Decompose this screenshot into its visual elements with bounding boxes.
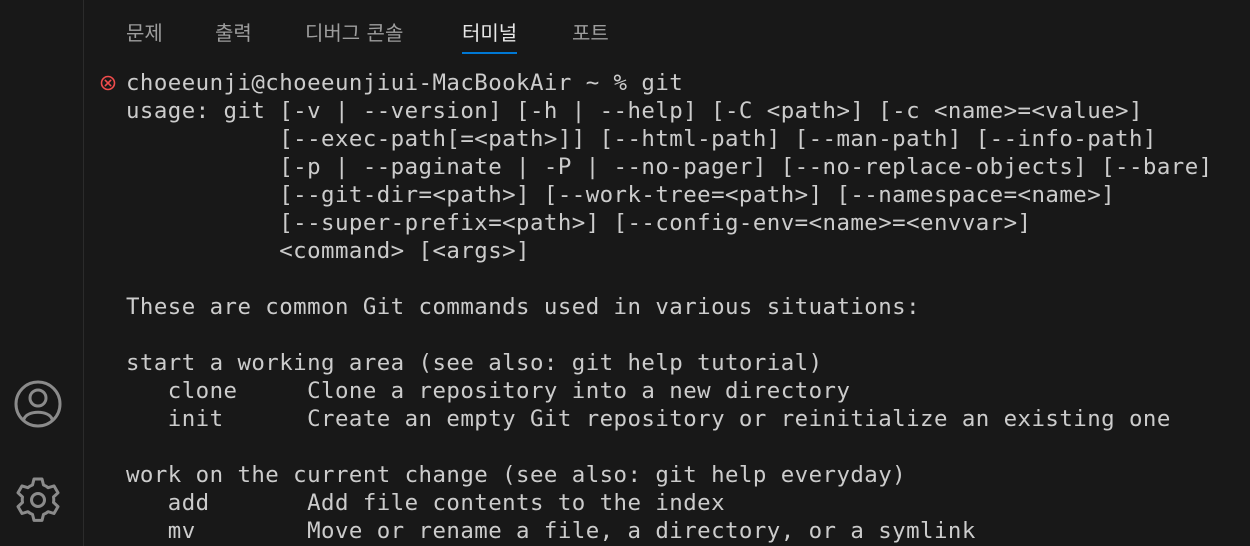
terminal-line: add Add file contents to the index [126, 490, 726, 516]
panel-tabs: 문제 출력 디버그 콘솔 터미널 포트 [85, 0, 1250, 64]
terminal-prompt-line: choeeunji@choeeunjiui-MacBookAir ~ % git [126, 70, 684, 96]
terminal-line: start a working area (see also: git help… [126, 350, 823, 376]
accounts-icon[interactable] [12, 378, 64, 430]
terminal-line: These are common Git commands used in va… [126, 294, 921, 320]
tab-output[interactable]: 출력 [215, 20, 252, 54]
tab-ports[interactable]: 포트 [572, 20, 609, 54]
tab-problems[interactable]: 문제 [126, 20, 163, 54]
bottom-panel: 문제 출력 디버그 콘솔 터미널 포트 choeeunji@choeeunjiu… [85, 0, 1250, 546]
terminal-line: [--super-prefix=<path>] [--config-env=<n… [126, 210, 1032, 236]
command-error-icon[interactable] [100, 75, 116, 91]
terminal-line: <command> [<args>] [126, 238, 530, 264]
tab-terminal[interactable]: 터미널 [462, 20, 518, 54]
activity-bar [0, 0, 84, 546]
tab-debug-console[interactable]: 디버그 콘솔 [305, 20, 403, 54]
terminal-line: [--exec-path[=<path>]] [--html-path] [--… [126, 126, 1157, 152]
terminal-output[interactable]: choeeunji@choeeunjiui-MacBookAir ~ % git… [85, 69, 1250, 546]
terminal-line: work on the current change (see also: gi… [126, 462, 907, 488]
terminal-line: init Create an empty Git repository or r… [126, 406, 1171, 432]
terminal-line: clone Clone a repository into a new dire… [126, 378, 851, 404]
terminal-line: usage: git [-v | --version] [-h | --help… [126, 98, 1143, 124]
settings-gear-icon[interactable] [12, 474, 64, 526]
terminal-line: [--git-dir=<path>] [--work-tree=<path>] … [126, 182, 1116, 208]
terminal-line: [-p | --paginate | -P | --no-pager] [--n… [126, 154, 1213, 180]
vscode-window: 문제 출력 디버그 콘솔 터미널 포트 choeeunji@choeeunjiu… [0, 0, 1250, 546]
terminal-line: mv Move or rename a file, a directory, o… [126, 518, 976, 544]
